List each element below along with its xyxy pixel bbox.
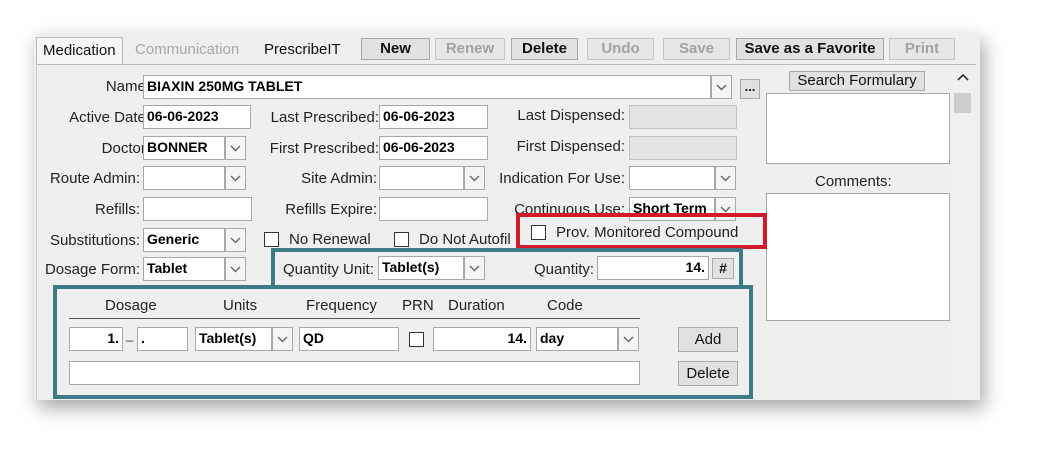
indication-field[interactable]: [629, 166, 715, 190]
no-renewal-label: No Renewal: [289, 231, 371, 248]
last-dispensed-label: Last Dispensed:: [517, 107, 625, 124]
delete-button[interactable]: Delete: [511, 38, 578, 60]
units-dropdown[interactable]: [272, 327, 293, 351]
chevron-down-icon: [623, 336, 634, 342]
route-admin-label: Route Admin:: [49, 170, 140, 187]
code-header: Code: [547, 297, 583, 314]
chevron-down-icon: [469, 175, 480, 181]
tab-communication[interactable]: Communication: [129, 37, 245, 64]
chevron-down-icon: [720, 175, 731, 181]
dosage-form-field[interactable]: Tablet: [143, 257, 225, 281]
prn-checkbox[interactable]: [409, 332, 424, 347]
units-header: Units: [223, 297, 258, 314]
chevron-down-icon: [230, 266, 241, 272]
last-dispensed-field: [629, 105, 737, 129]
tab-prescribeit[interactable]: PrescribeIT: [258, 37, 347, 64]
site-admin-label: Site Admin:: [301, 170, 377, 187]
name-dropdown[interactable]: [711, 75, 732, 99]
frequency-header: Frequency: [306, 297, 377, 314]
prov-monitored-checkbox[interactable]: [531, 225, 546, 240]
dosage-form-dropdown[interactable]: [225, 257, 246, 281]
substitutions-dropdown[interactable]: [225, 228, 246, 252]
no-renewal-checkbox[interactable]: [264, 232, 279, 247]
chevron-down-icon: [469, 265, 480, 271]
save-button[interactable]: Save: [663, 38, 730, 60]
refills-label: Refills:: [94, 201, 140, 218]
route-admin-field[interactable]: [143, 166, 225, 190]
dosage-notes-field[interactable]: [69, 361, 640, 385]
prn-header: PRN: [402, 297, 434, 314]
duration-field[interactable]: 14.: [433, 327, 531, 351]
dosage-separator: _: [126, 327, 134, 342]
dosage-fraction-field[interactable]: .: [137, 327, 188, 351]
indication-label: Indication For Use:: [499, 170, 625, 187]
delete-dosage-button[interactable]: Delete: [678, 361, 738, 386]
renew-button[interactable]: Renew: [435, 38, 505, 60]
chevron-down-icon: [230, 175, 241, 181]
medication-panel: Name: BIAXIN 250MG TABLET ... Search For…: [36, 64, 976, 400]
prov-monitored-label: Prov. Monitored Compound: [556, 224, 739, 241]
grid-header-divider: [69, 318, 640, 319]
refills-field[interactable]: [143, 197, 252, 221]
first-dispensed-label: First Dispensed:: [516, 138, 625, 155]
substitutions-label: Substitutions:: [49, 232, 140, 249]
first-prescribed-field[interactable]: 06-06-2023: [379, 136, 488, 160]
scroll-up-icon[interactable]: [957, 73, 969, 81]
print-button[interactable]: Print: [889, 38, 955, 60]
chevron-down-icon: [716, 84, 727, 90]
quantity-unit-dropdown[interactable]: [464, 256, 485, 280]
chevron-down-icon: [277, 336, 288, 342]
dosage-form-label: Dosage Form:: [44, 261, 140, 278]
chevron-down-icon: [230, 145, 241, 151]
vertical-scrollbar[interactable]: [953, 67, 973, 400]
last-prescribed-label: Last Prescribed:: [270, 109, 379, 126]
tab-medication[interactable]: Medication: [36, 37, 123, 64]
chevron-down-icon: [720, 206, 731, 212]
formulary-results-box[interactable]: [766, 93, 950, 164]
new-button[interactable]: New: [361, 38, 430, 60]
first-prescribed-label: First Prescribed:: [269, 140, 379, 157]
quantity-unit-label: Quantity Unit:: [283, 261, 374, 278]
duration-header: Duration: [448, 297, 505, 314]
chevron-down-icon: [230, 237, 241, 243]
last-prescribed-field[interactable]: 06-06-2023: [379, 105, 488, 129]
search-formulary-button[interactable]: Search Formulary: [789, 71, 925, 91]
substitutions-field[interactable]: Generic: [143, 228, 225, 252]
quantity-unit-field[interactable]: Tablet(s): [378, 256, 464, 280]
code-field[interactable]: day: [536, 327, 618, 351]
comments-label: Comments:: [815, 173, 892, 190]
undo-button[interactable]: Undo: [587, 38, 654, 60]
name-field[interactable]: BIAXIN 250MG TABLET: [143, 75, 711, 99]
doctor-dropdown[interactable]: [225, 136, 246, 160]
route-admin-dropdown[interactable]: [225, 166, 246, 190]
active-date-label: Active Date:: [69, 109, 150, 126]
medication-window: Medication Communication PrescribeIT New…: [34, 33, 980, 400]
site-admin-field[interactable]: [379, 166, 464, 190]
quantity-hash-button[interactable]: #: [712, 258, 734, 279]
code-dropdown[interactable]: [618, 327, 639, 351]
doctor-field[interactable]: BONNER: [143, 136, 225, 160]
do-not-autofill-label: Do Not Autofil: [419, 231, 511, 248]
indication-dropdown[interactable]: [715, 166, 736, 190]
active-date-field[interactable]: 06-06-2023: [143, 105, 251, 129]
dosage-header: Dosage: [105, 297, 157, 314]
comments-box[interactable]: [766, 193, 950, 321]
site-admin-dropdown[interactable]: [464, 166, 485, 190]
scrollbar-thumb[interactable]: [954, 93, 971, 113]
do-not-autofill-checkbox[interactable]: [394, 232, 409, 247]
add-dosage-button[interactable]: Add: [678, 327, 738, 352]
quantity-label: Quantity:: [534, 261, 595, 278]
first-dispensed-field: [629, 136, 737, 160]
refills-expire-label: Refills Expire:: [285, 201, 377, 218]
name-browse-button[interactable]: ...: [740, 79, 760, 99]
frequency-field[interactable]: QD: [299, 327, 399, 351]
units-field[interactable]: Tablet(s): [195, 327, 272, 351]
quantity-field[interactable]: 14.: [597, 256, 709, 280]
save-as-favorite-button[interactable]: Save as a Favorite: [736, 38, 884, 60]
dosage-whole-field[interactable]: 1.: [69, 327, 123, 351]
refills-expire-field[interactable]: [379, 197, 488, 221]
